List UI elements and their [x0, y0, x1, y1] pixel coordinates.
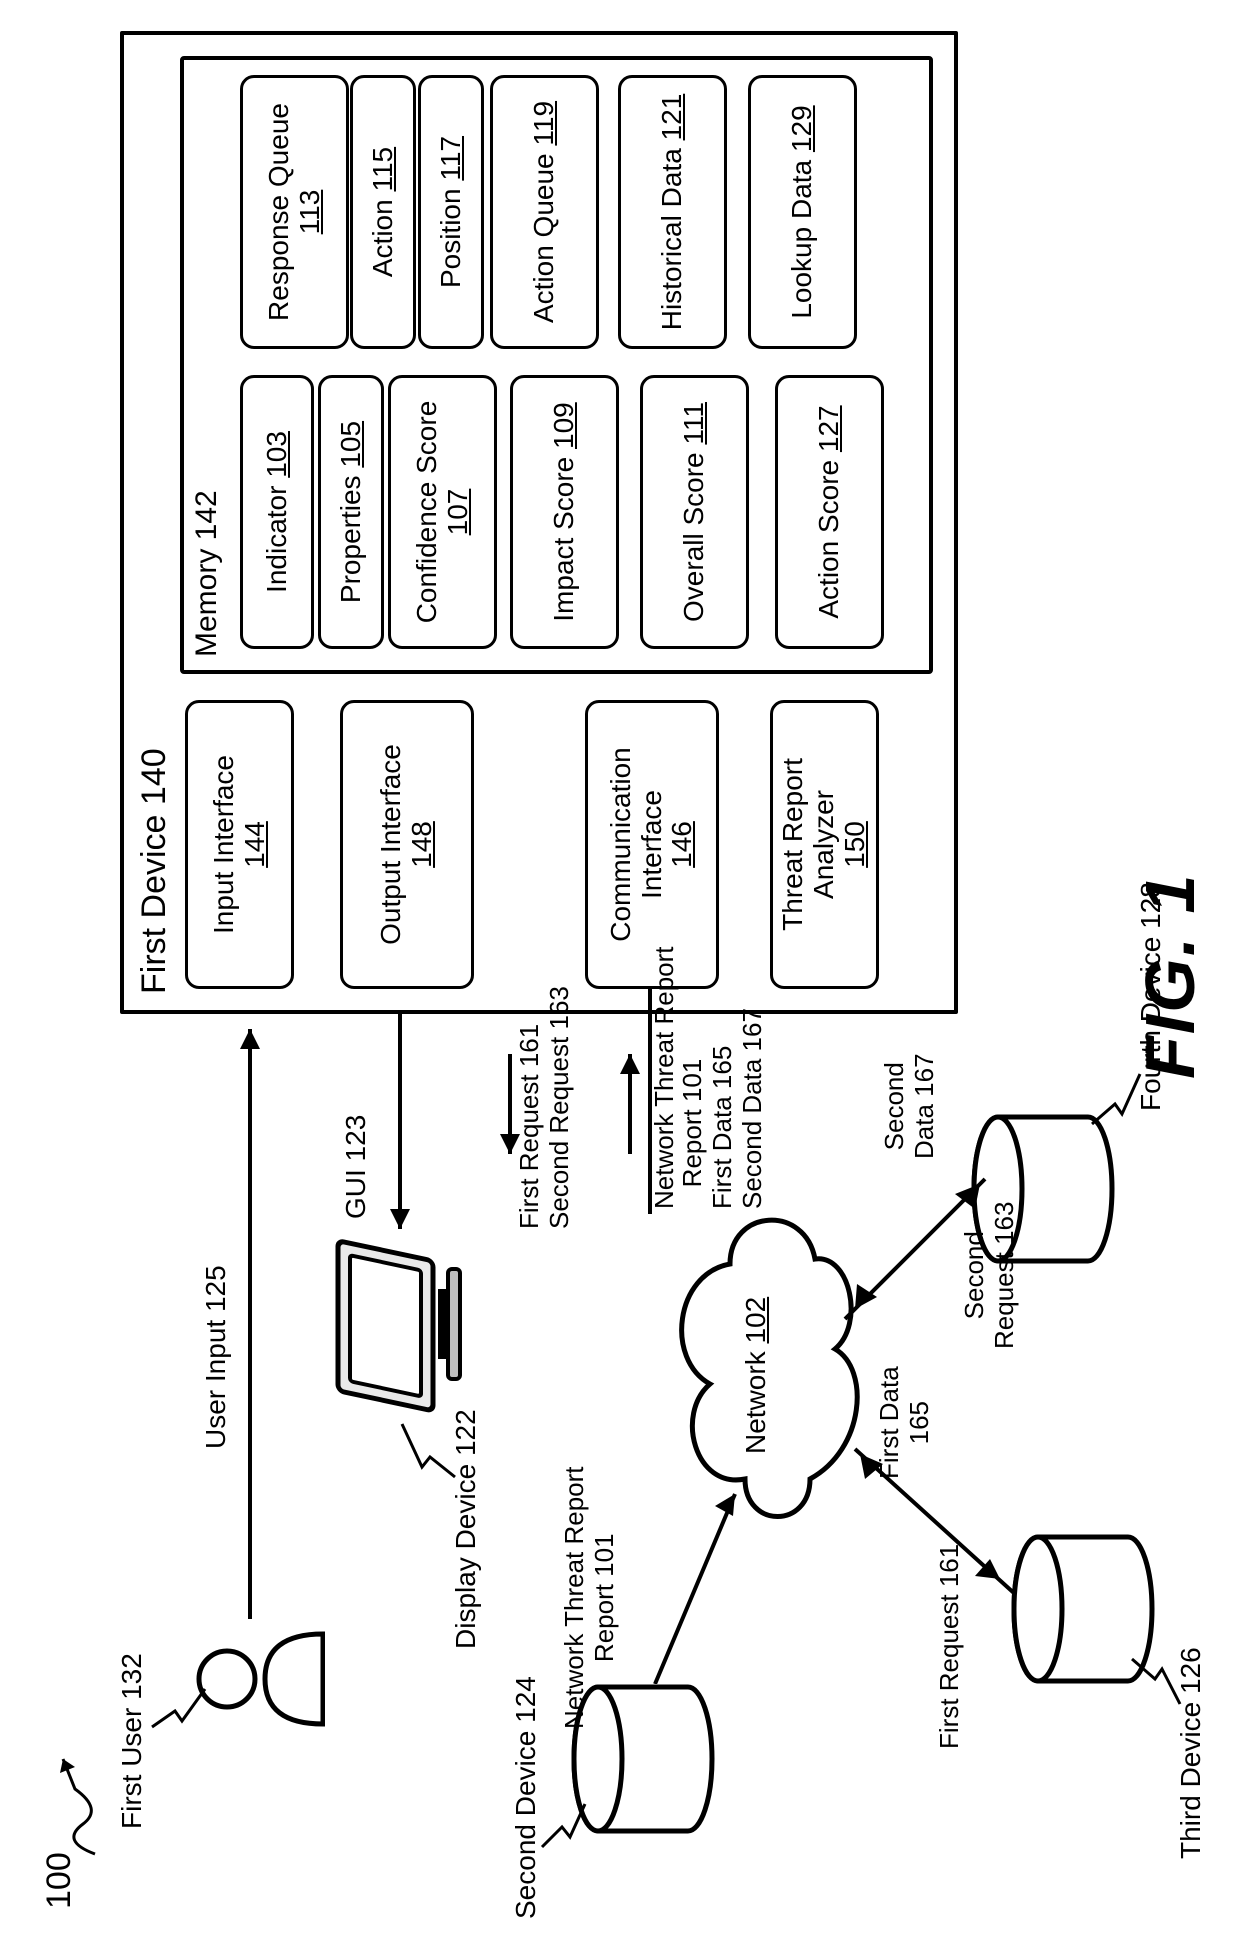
user-zig: [150, 1669, 210, 1729]
mem-properties: Properties 105: [318, 375, 384, 649]
responses-arrow: [610, 1039, 650, 1169]
input-interface-box: Input Interface144: [185, 700, 294, 989]
gui-label: GUI 123: [340, 1115, 372, 1219]
mem-histdata: Historical Data 121: [618, 75, 727, 349]
mem-overall: Overall Score 111: [640, 375, 749, 649]
second-device-label: Second Device 124: [510, 1676, 542, 1919]
link-124: [635, 1484, 755, 1684]
threat-report-analyzer-box: Threat Report Analyzer150: [770, 700, 879, 989]
second-data-label: SecondData 167: [880, 1053, 940, 1159]
mem-respqueue: Response Queue 113: [240, 75, 349, 349]
mem-actionqueue: Action Queue 119: [490, 75, 599, 349]
mem-actionscore: Action Score 127: [775, 375, 884, 649]
second-request-label: SecondRequest 163: [960, 1202, 1020, 1349]
display-device-label: Display Device 122: [450, 1409, 482, 1649]
mem-action: Action 115: [350, 75, 416, 349]
first-device-header: First Device 140: [135, 748, 174, 994]
mem-confidence: Confidence Score 107: [388, 375, 497, 649]
user-input-label: User Input 125: [200, 1265, 232, 1449]
first-user-label: First User 132: [116, 1653, 148, 1829]
gui-arrow: [380, 1014, 420, 1244]
figure-caption: FIG. 1: [1130, 873, 1210, 1079]
first-data-label: First Data165: [875, 1366, 935, 1479]
third-device-label: Third Device 126: [1175, 1647, 1207, 1859]
second-device-zig: [540, 1789, 590, 1849]
responses-labels: Network Threat Report Report 101 First D…: [650, 946, 768, 1209]
user-icon: [195, 1624, 325, 1734]
figure-ref-arrow: [55, 1739, 115, 1859]
figure-ref: 100: [40, 1852, 79, 1909]
network-label: Network 102: [740, 1297, 772, 1454]
user-input-arrow: [230, 1009, 270, 1619]
output-interface-box: Output Interface148: [340, 700, 474, 989]
first-request-label: First Request 161: [935, 1544, 965, 1749]
mem-position: Position 117: [418, 75, 484, 349]
mem-lookup: Lookup Data 129: [748, 75, 857, 349]
mem-impact: Impact Score 109: [510, 375, 619, 649]
mem-indicator: Indicator 103: [240, 375, 314, 649]
memory-header: Memory 142: [190, 490, 224, 657]
monitor-icon: [330, 1239, 470, 1429]
ntr-label-1: Network Threat ReportReport 101: [560, 1466, 620, 1729]
requests-labels: First Request 161 Second Request 163: [515, 986, 575, 1229]
